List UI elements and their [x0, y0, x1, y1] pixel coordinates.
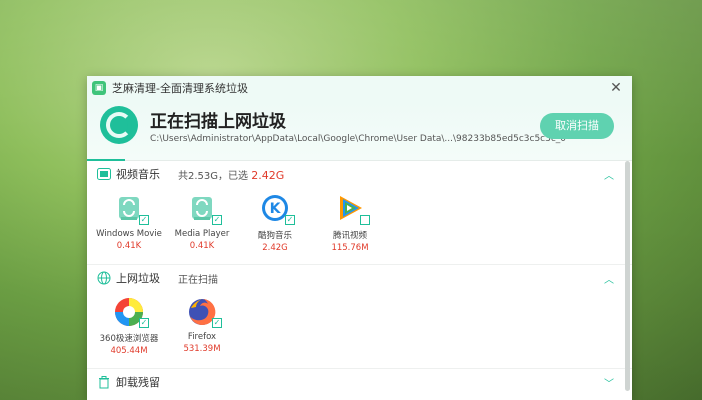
app-logo-icon: ▣	[92, 81, 106, 95]
item-checkbox[interactable]: ✓	[285, 215, 295, 225]
section-header[interactable]: 上网垃圾 正在扫描 ︿	[87, 265, 632, 291]
item-list: ✓ 360极速浏览器 405.44M ✓ Firefox 531.39M	[87, 291, 632, 371]
section-status: 共2.53G，已选 2.42G	[178, 168, 285, 182]
video-music-icon	[97, 167, 111, 181]
section-label: 上网垃圾	[116, 272, 160, 285]
item-size: 0.41K	[116, 241, 142, 251]
cancel-scan-button[interactable]: 取消扫描	[540, 113, 614, 139]
svg-text:K: K	[270, 201, 282, 217]
collapse-chevron-icon[interactable]: ︿	[604, 167, 614, 182]
firefox-icon: ✓	[186, 296, 222, 328]
title-bar[interactable]: ▣ 芝麻清理-全面清理系统垃圾 ✕	[87, 76, 632, 100]
item-size: 405.44M	[110, 346, 148, 356]
cleaner-window: ▣ 芝麻清理-全面清理系统垃圾 ✕ 正在扫描上网垃圾 C:\Users\Admi…	[87, 76, 632, 400]
item-size: 0.41K	[189, 241, 215, 251]
expand-chevron-icon[interactable]: ﹀	[604, 375, 614, 390]
section-label: 卸载残留	[116, 376, 160, 389]
trash-icon	[97, 375, 111, 389]
section-label: 视频音乐	[116, 168, 160, 181]
section-internet-junk: 上网垃圾 正在扫描 ︿ ✓ 360极速浏览器 405.44M ✓ Firefox…	[87, 265, 632, 369]
item-checkbox[interactable]: ✓	[212, 318, 222, 328]
kugou-icon: K ✓	[259, 193, 295, 225]
item-checkbox[interactable]: ✓	[139, 318, 149, 328]
item-size: 2.42G	[262, 243, 288, 253]
tencent-video-icon: ✓	[334, 193, 370, 225]
globe-icon	[97, 271, 111, 285]
media-player-icon: ✓	[186, 193, 222, 225]
item-checkbox[interactable]: ✓	[212, 215, 222, 225]
scan-results: 视频音乐 共2.53G，已选 2.42G ︿ ✓ Windows Movie 0…	[87, 161, 632, 400]
360-browser-icon: ✓	[113, 296, 149, 328]
item-checkbox[interactable]: ✓	[139, 215, 149, 225]
section-header[interactable]: 视频音乐 共2.53G，已选 2.42G ︿	[87, 161, 632, 187]
scan-path: C:\Users\Administrator\AppData\Local\Goo…	[150, 134, 567, 144]
item-windows-movie[interactable]: ✓ Windows Movie 0.41K	[96, 193, 162, 251]
item-firefox[interactable]: ✓ Firefox 531.39M	[169, 296, 235, 354]
scanning-spinner-icon	[100, 106, 138, 144]
section-uninstall-residue: 卸载残留 ﹀	[87, 369, 632, 395]
collapse-chevron-icon[interactable]: ︿	[604, 271, 614, 286]
item-list: ✓ Windows Movie 0.41K ✓ Media Player 0.4…	[87, 187, 632, 267]
item-size: 115.76M	[331, 243, 369, 253]
movie-icon: ✓	[113, 193, 149, 225]
scan-title: 正在扫描上网垃圾	[150, 112, 286, 132]
item-name: 腾讯视频	[332, 231, 367, 241]
window-title: 芝麻清理-全面清理系统垃圾	[112, 82, 248, 95]
item-360-browser[interactable]: ✓ 360极速浏览器 405.44M	[96, 296, 162, 356]
item-name: Firefox	[187, 332, 217, 342]
item-kugou[interactable]: K ✓ 酷狗音乐 2.42G	[242, 193, 308, 253]
scrollbar[interactable]	[625, 161, 630, 391]
item-name: Media Player	[174, 229, 230, 239]
section-video-music: 视频音乐 共2.53G，已选 2.42G ︿ ✓ Windows Movie 0…	[87, 161, 632, 265]
close-button[interactable]: ✕	[608, 80, 624, 96]
item-checkbox[interactable]: ✓	[360, 215, 370, 225]
item-size: 531.39M	[183, 344, 221, 354]
item-tencent-video[interactable]: ✓ 腾讯视频 115.76M	[317, 193, 383, 253]
section-header[interactable]: 卸载残留 ﹀	[87, 369, 632, 395]
section-status: 正在扫描	[178, 274, 218, 286]
item-name: 360极速浏览器	[99, 334, 159, 344]
item-name: 酷狗音乐	[257, 231, 292, 241]
item-media-player[interactable]: ✓ Media Player 0.41K	[169, 193, 235, 251]
item-name: Windows Movie	[96, 229, 162, 239]
scan-header: 正在扫描上网垃圾 C:\Users\Administrator\AppData\…	[87, 100, 632, 161]
